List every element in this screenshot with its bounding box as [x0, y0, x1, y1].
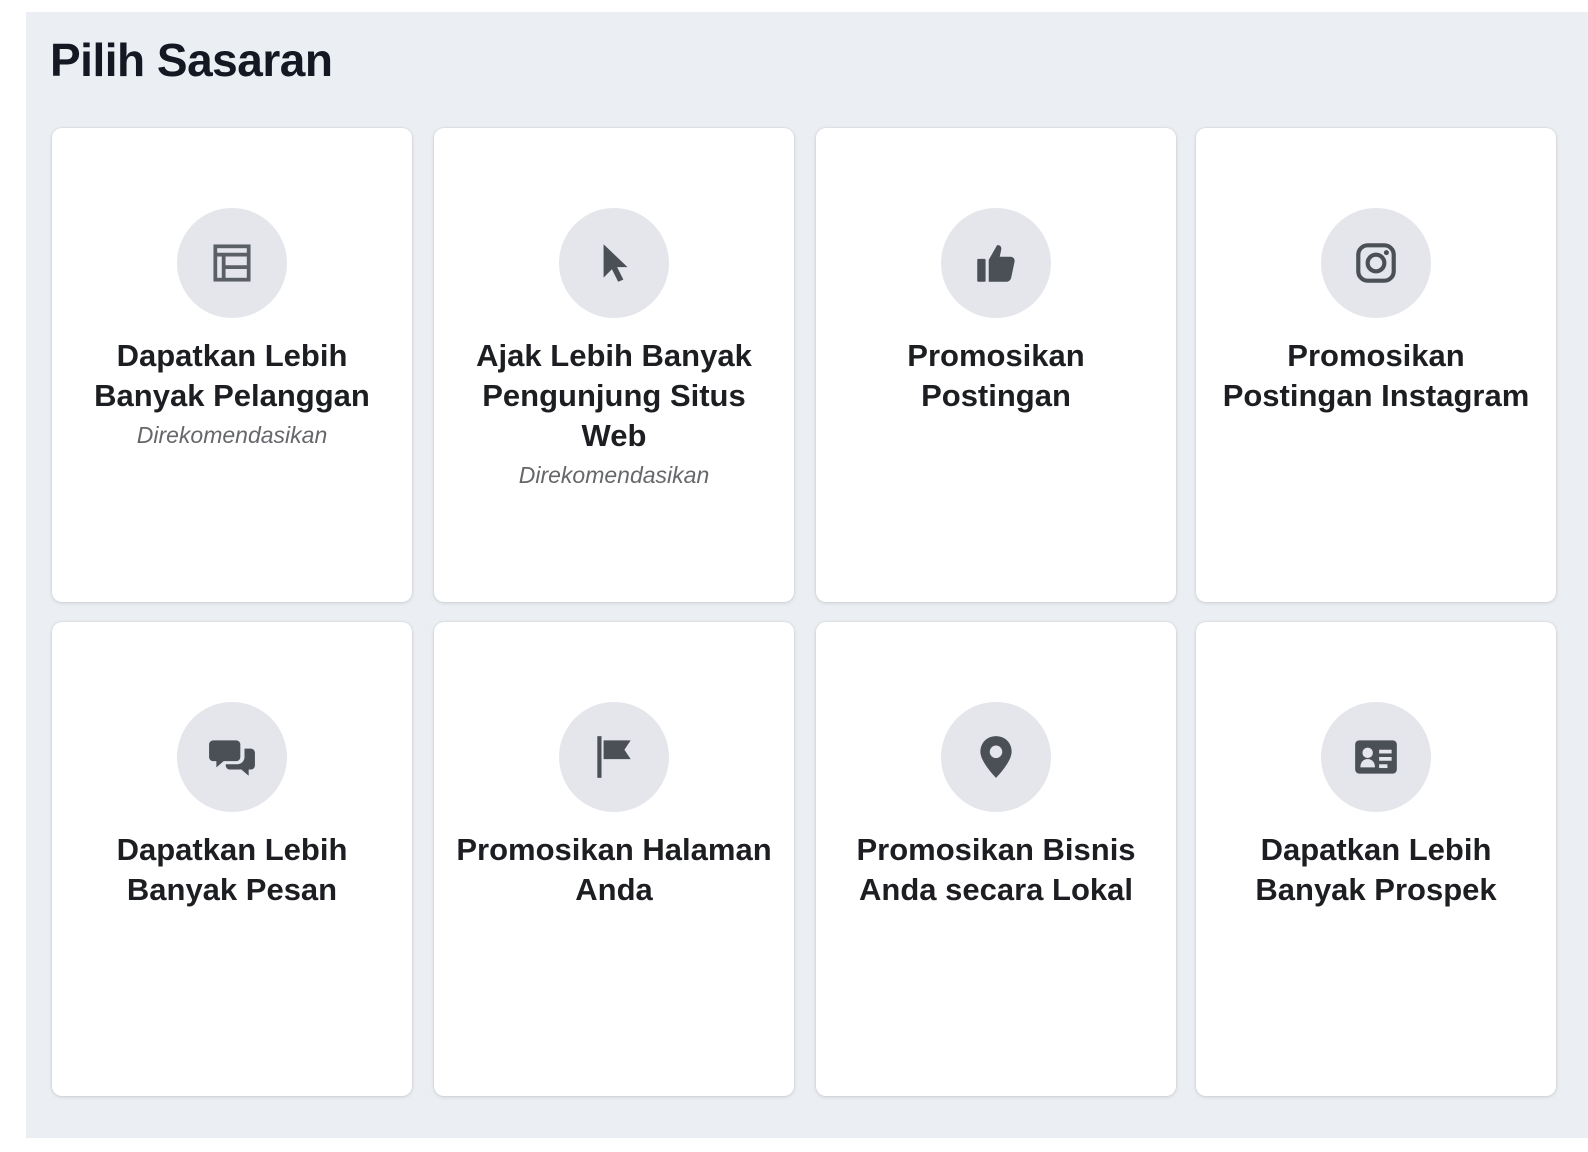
objective-label: Promosikan Postingan Instagram [1222, 338, 1530, 413]
flag-icon [559, 702, 669, 812]
thumbs-up-icon [941, 208, 1051, 318]
objective-panel: Pilih Sasaran Dapatkan Lebih Banyak Pela… [26, 12, 1588, 1138]
objective-card-leads[interactable]: Dapatkan Lebih Banyak Prospek [1196, 622, 1556, 1096]
objective-card-local-business[interactable]: Promosikan Bisnis Anda secara Lokal [816, 622, 1176, 1096]
recommended-label: Direkomendasikan [518, 462, 710, 488]
chat-bubbles-icon [177, 702, 287, 812]
objective-label: Dapatkan Lebih Banyak Pelanggan [94, 338, 370, 413]
objective-label: Dapatkan Lebih Banyak Prospek [1255, 832, 1497, 907]
objective-card-page[interactable]: Promosikan Halaman Anda [434, 622, 794, 1096]
recommended-label: Direkomendasikan [136, 422, 328, 448]
objective-card-boost-post[interactable]: Promosikan Postingan [816, 128, 1176, 602]
objective-label: Ajak Lebih Banyak Pengunjung Situs Web [476, 338, 752, 453]
objective-card-messages[interactable]: Dapatkan Lebih Banyak Pesan [52, 622, 412, 1096]
page-title: Pilih Sasaran [50, 34, 333, 86]
objective-card-website-visitors[interactable]: Ajak Lebih Banyak Pengunjung Situs Web D… [434, 128, 794, 602]
objective-card-customers[interactable]: Dapatkan Lebih Banyak Pelanggan Direkome… [52, 128, 412, 602]
instagram-icon [1321, 208, 1431, 318]
cursor-icon [559, 208, 669, 318]
objective-label: Promosikan Bisnis Anda secara Lokal [856, 832, 1136, 907]
objective-label: Dapatkan Lebih Banyak Pesan [116, 832, 348, 907]
objective-label: Promosikan Postingan [907, 338, 1085, 413]
contact-card-icon [1321, 702, 1431, 812]
location-pin-icon [941, 702, 1051, 812]
storefront-icon [177, 208, 287, 318]
objective-card-instagram-post[interactable]: Promosikan Postingan Instagram [1196, 128, 1556, 602]
objective-label: Promosikan Halaman Anda [456, 832, 772, 907]
